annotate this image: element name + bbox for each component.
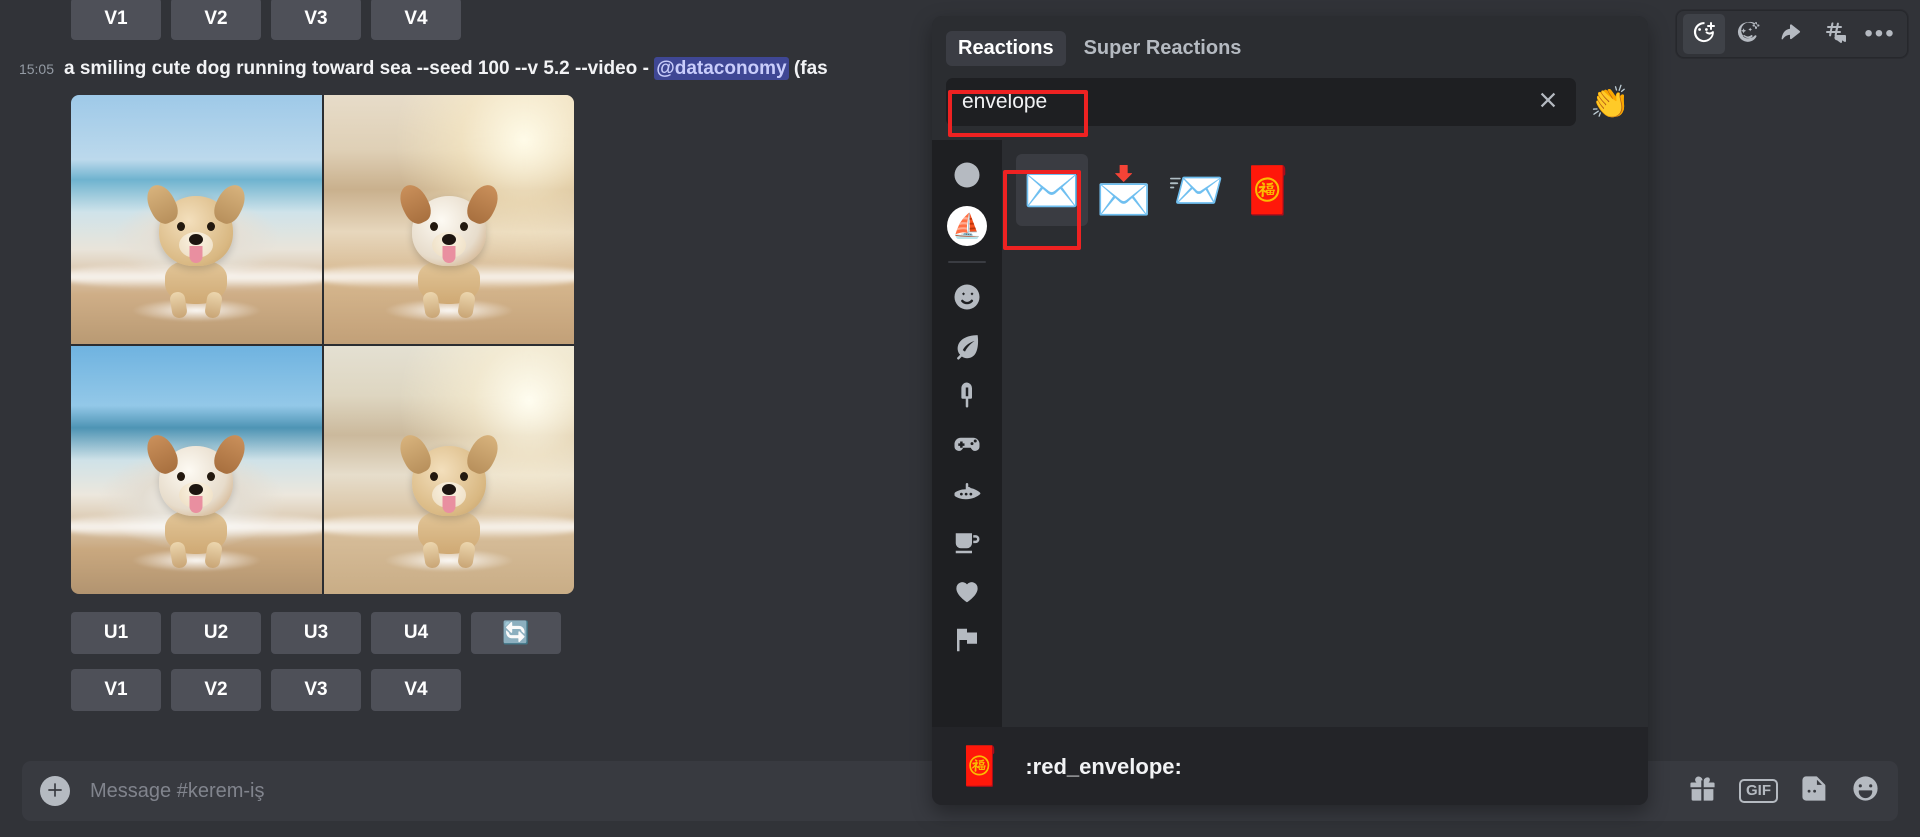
add-reaction-button[interactable]	[1683, 14, 1725, 54]
variation-button-v4-previous[interactable]: V4	[371, 0, 461, 40]
tab-reactions[interactable]: Reactions	[946, 30, 1066, 66]
smiley-icon	[952, 282, 982, 317]
category-travel[interactable]	[944, 472, 990, 518]
sticker-button[interactable]	[1800, 774, 1829, 808]
leaf-icon	[952, 331, 982, 366]
discord-window: V1 V2 V3 V4 15:05 a smiling cute dog run…	[0, 0, 1920, 837]
emoji-picker-body: ⛵ ✉️ 📩 📨 🧧	[932, 140, 1648, 727]
category-server[interactable]: ⛵	[944, 203, 990, 249]
variation-button-v2[interactable]: V2	[171, 669, 261, 711]
variation-button-v3[interactable]: V3	[271, 669, 361, 711]
sticker-icon	[1800, 774, 1829, 808]
gift-icon	[1688, 774, 1717, 808]
composer-icons: GIF	[1688, 774, 1880, 808]
create-thread-icon	[1824, 20, 1848, 49]
emoji-category-rail: ⛵	[932, 140, 1002, 727]
emoji-picker-footer: 🧧 :red_envelope:	[932, 727, 1648, 805]
variation-button-row: V1 V2 V3 V4	[71, 669, 461, 711]
more-actions-button[interactable]: •••	[1859, 14, 1901, 54]
category-activities[interactable]	[944, 423, 990, 469]
variation-button-v1-previous[interactable]: V1	[71, 0, 161, 40]
midjourney-image-grid[interactable]	[71, 95, 574, 594]
message-actions-toolbar: •••	[1676, 10, 1908, 58]
user-mention[interactable]: @dataconomy	[654, 57, 789, 80]
variation-button-v2-previous[interactable]: V2	[171, 0, 261, 40]
close-icon	[1537, 89, 1559, 116]
clock-icon	[952, 160, 982, 195]
refresh-icon: 🔄	[502, 620, 530, 645]
emoji-result-envelope-with-arrow[interactable]: 📩	[1088, 154, 1160, 226]
super-reaction-icon	[1736, 20, 1760, 49]
tab-super-reactions[interactable]: Super Reactions	[1072, 31, 1254, 66]
add-reaction-icon	[1692, 20, 1716, 49]
server-avatar-icon: ⛵	[947, 206, 987, 246]
emoji-search-input[interactable]	[962, 90, 1534, 114]
coffee-mug-icon	[952, 527, 982, 562]
emoji-icon	[1851, 774, 1880, 808]
reroll-button[interactable]: 🔄	[471, 612, 561, 654]
upscale-button-u4[interactable]: U4	[371, 612, 461, 654]
grid-image-2[interactable]	[323, 95, 574, 344]
super-reaction-button[interactable]	[1727, 14, 1769, 54]
footer-preview-emoji: 🧧	[956, 745, 1004, 788]
message-timestamp: 15:05	[18, 61, 54, 77]
game-controller-icon	[952, 429, 982, 464]
emoji-picker-popup: Reactions Super Reactions 👏	[932, 16, 1648, 805]
more-icon: •••	[1864, 20, 1896, 47]
emoji-result-red-envelope[interactable]: 🧧	[1232, 154, 1304, 226]
grid-image-3[interactable]	[71, 345, 322, 594]
emoji-picker-header: Reactions Super Reactions 👏	[932, 16, 1648, 140]
emoji-results-grid: ✉️ 📩 📨 🧧	[1016, 154, 1638, 226]
emoji-search-box[interactable]	[946, 78, 1576, 126]
flag-icon	[952, 625, 982, 660]
footer-preview-name: :red_envelope:	[1025, 753, 1182, 779]
category-symbols[interactable]	[944, 570, 990, 616]
category-recent[interactable]	[944, 154, 990, 200]
upscale-button-row: U1 U2 U3 U4 🔄	[71, 612, 561, 654]
reply-icon	[1780, 20, 1804, 49]
variation-button-v3-previous[interactable]: V3	[271, 0, 361, 40]
reply-button[interactable]	[1771, 14, 1813, 54]
category-divider	[948, 261, 986, 263]
message-trailing-text: (fas	[788, 58, 828, 79]
plus-circle-icon	[45, 778, 65, 804]
emoji-search-row: 👏	[946, 70, 1634, 140]
popsicle-icon	[952, 380, 982, 415]
attach-file-button[interactable]	[40, 776, 70, 806]
emoji-button[interactable]	[1851, 774, 1880, 808]
upscale-button-u1[interactable]: U1	[71, 612, 161, 654]
emoji-result-incoming-envelope[interactable]: 📨	[1160, 154, 1232, 226]
create-thread-button[interactable]	[1815, 14, 1857, 54]
message-prompt: a smiling cute dog running toward sea --…	[64, 58, 638, 79]
clap-emoji-button[interactable]: 👏	[1586, 78, 1634, 126]
category-food[interactable]	[944, 374, 990, 420]
variation-button-row-previous: V1 V2 V3 V4	[71, 0, 461, 40]
gift-button[interactable]	[1688, 774, 1717, 808]
message-content: a smiling cute dog running toward sea --…	[64, 57, 828, 80]
grid-image-1[interactable]	[71, 95, 322, 344]
submarine-icon	[952, 478, 982, 513]
variation-button-v4[interactable]: V4	[371, 669, 461, 711]
emoji-result-envelope[interactable]: ✉️	[1016, 154, 1088, 226]
upscale-button-u3[interactable]: U3	[271, 612, 361, 654]
variation-button-v1[interactable]: V1	[71, 669, 161, 711]
heart-icon	[952, 576, 982, 611]
category-people[interactable]	[944, 276, 990, 322]
upscale-button-u2[interactable]: U2	[171, 612, 261, 654]
message-separator: -	[637, 58, 655, 79]
grid-image-4[interactable]	[323, 345, 574, 594]
category-objects[interactable]	[944, 521, 990, 567]
clear-search-button[interactable]	[1534, 88, 1562, 116]
emoji-picker-tabs: Reactions Super Reactions	[946, 26, 1634, 70]
category-flags[interactable]	[944, 619, 990, 665]
category-nature[interactable]	[944, 325, 990, 371]
emoji-results-area: ✉️ 📩 📨 🧧	[1002, 140, 1648, 727]
gif-button[interactable]: GIF	[1739, 779, 1778, 803]
